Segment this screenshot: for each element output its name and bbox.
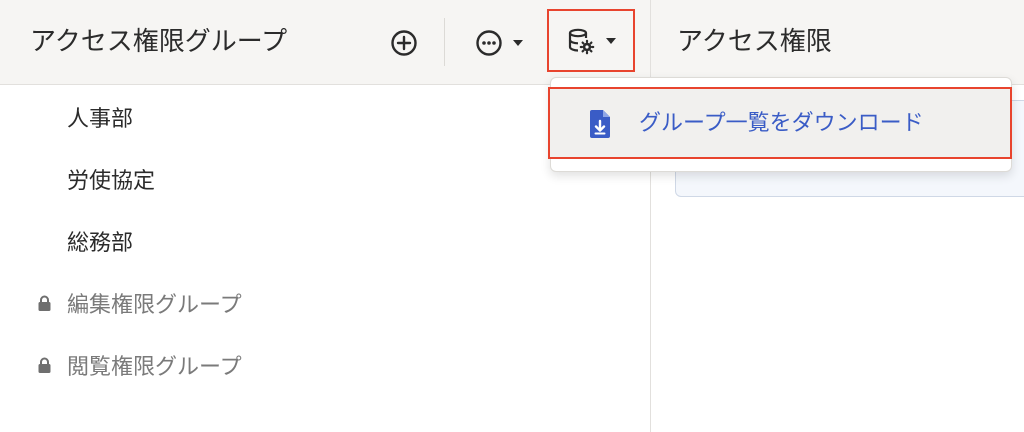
group-item-label: 編集権限グループ xyxy=(67,293,242,318)
permission-panel: アクセス権限 xyxy=(651,0,1024,432)
chevron-down-icon xyxy=(606,37,616,44)
group-item-label: 総務部 xyxy=(67,231,134,256)
group-item-soumubu[interactable]: 総務部 xyxy=(0,210,650,272)
group-panel-title: アクセス権限グループ xyxy=(30,27,288,57)
group-item-label: 労使協定 xyxy=(67,169,156,194)
permission-panel-title: アクセス権限 xyxy=(677,27,832,57)
lock-icon xyxy=(38,295,51,311)
toolbar-divider xyxy=(444,18,445,66)
lock-icon xyxy=(38,357,51,373)
group-item-edit-permission[interactable]: 編集権限グループ xyxy=(0,272,650,334)
permission-panel-header: アクセス権限 xyxy=(651,0,1024,85)
app: アクセス権限グループ 人事部 労使協定 総務部 編集権限グループ 閲覧権限グルー… xyxy=(0,0,1024,432)
group-panel: アクセス権限グループ 人事部 労使協定 総務部 編集権限グループ 閲覧権限グルー… xyxy=(0,0,650,432)
group-item-label: 人事部 xyxy=(67,107,134,132)
data-management-dropdown: グループ一覧をダウンロード xyxy=(548,77,1012,172)
chevron-down-icon xyxy=(513,40,523,46)
file-download-icon xyxy=(590,110,610,138)
add-group-button[interactable] xyxy=(385,24,423,62)
group-item-label: 閲覧権限グループ xyxy=(67,355,242,380)
more-options-button[interactable] xyxy=(467,24,531,62)
download-group-list-label: グループ一覧をダウンロード xyxy=(639,111,924,136)
ellipsis-circle-icon xyxy=(476,30,502,56)
data-management-button[interactable] xyxy=(547,9,635,72)
download-group-list-menu-item[interactable]: グループ一覧をダウンロード xyxy=(548,87,1012,159)
group-panel-header: アクセス権限グループ xyxy=(0,0,650,85)
group-item-view-permission[interactable]: 閲覧権限グループ xyxy=(0,334,650,396)
database-settings-icon xyxy=(568,28,595,54)
plus-circle-icon xyxy=(391,30,417,56)
